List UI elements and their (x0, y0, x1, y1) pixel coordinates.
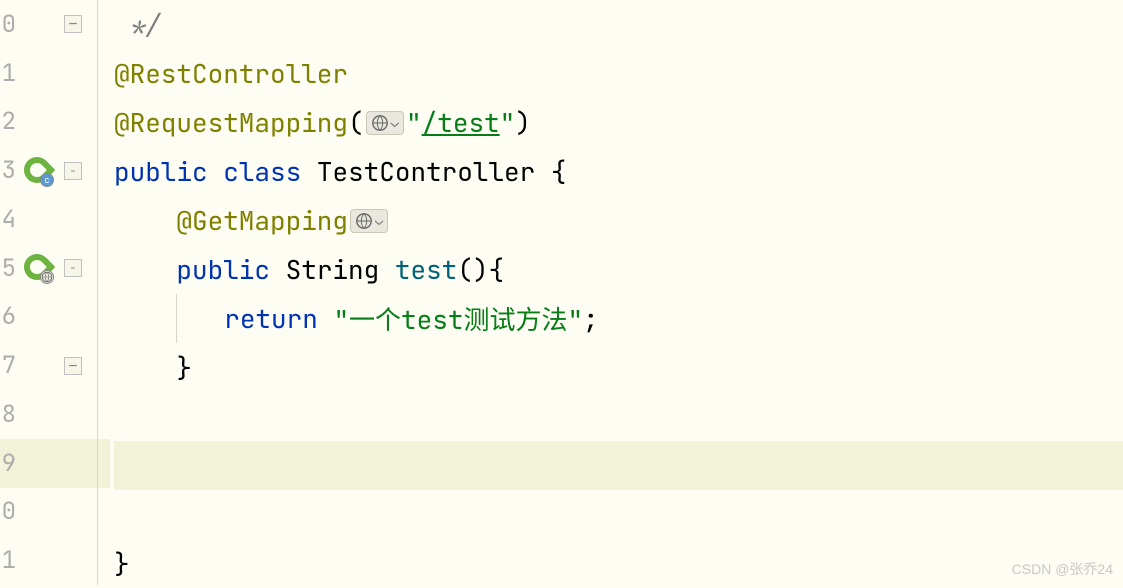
spring-endpoint-icon (24, 254, 52, 282)
controller-badge-icon: c (40, 173, 54, 187)
chevron-down-icon: ⌄ (391, 114, 399, 132)
gutter-divider (97, 0, 98, 49)
gutter-row: 4 (0, 195, 110, 244)
gutter-row-current: 9 (0, 439, 110, 488)
code-line[interactable] (114, 392, 1123, 441)
keyword-class: class (223, 154, 301, 189)
gutter-divider (97, 439, 98, 488)
line-number: 1 (0, 545, 18, 576)
gutter-divider (97, 195, 98, 244)
line-number: 8 (0, 399, 18, 430)
string-quote: " (500, 105, 516, 140)
code-line[interactable]: } (114, 539, 1123, 588)
gutter-divider (97, 49, 98, 98)
brace-close: } (114, 546, 130, 581)
gutter-divider (97, 390, 98, 439)
line-number: 2 (0, 106, 18, 137)
globe-icon (371, 114, 389, 132)
url-mapping-hint[interactable]: ⌄ (366, 111, 404, 135)
code-line-current[interactable] (114, 441, 1123, 490)
web-badge-icon (40, 270, 54, 284)
code-line[interactable] (114, 490, 1123, 539)
code-line[interactable]: public String test(){ (114, 245, 1123, 294)
gutter-divider (97, 341, 98, 390)
url-path-link[interactable]: /test (422, 105, 500, 140)
gutter-row: 3 c − (0, 146, 110, 195)
gutter-row: 2 (0, 98, 110, 147)
fold-slot[interactable]: − (58, 259, 88, 277)
method-parens: (){ (457, 252, 504, 287)
line-number: 0 (0, 496, 18, 527)
line-number: 7 (0, 350, 18, 381)
gutter-divider (97, 487, 98, 536)
spring-bean-icon: c (24, 157, 52, 185)
code-editor: 0 ─ 1 2 3 c − (0, 0, 1123, 585)
gutter-divider (97, 536, 98, 585)
paren-close: ) (515, 105, 531, 140)
comment-text: */ (114, 7, 161, 42)
gutter-divider (97, 97, 98, 146)
annotation-get-mapping: @GetMapping (176, 203, 348, 238)
chevron-down-icon: ⌄ (375, 212, 383, 230)
fold-slot[interactable]: ─ (58, 15, 88, 33)
fold-end-icon: ─ (64, 357, 82, 375)
brace-close: } (176, 350, 192, 385)
gutter-divider (97, 292, 98, 341)
return-type: String (286, 252, 380, 287)
annotation-request-mapping: @RequestMapping (114, 105, 348, 140)
fold-toggle-icon: − (64, 162, 82, 180)
watermark: CSDN @张乔24 (1012, 559, 1113, 579)
string-quote: " (406, 105, 422, 140)
gutter-row: 5 − (0, 244, 110, 293)
line-number: 6 (0, 301, 18, 332)
gutter-row: 1 (0, 49, 110, 98)
gutter-row: 1 (0, 536, 110, 585)
code-line[interactable]: public class TestController { (114, 147, 1123, 196)
globe-icon (355, 212, 373, 230)
gutter-row: 0 (0, 488, 110, 537)
line-number: 0 (0, 9, 18, 40)
gutter-icon-slot[interactable]: c (18, 157, 58, 185)
gutter-row: 7 ─ (0, 341, 110, 390)
code-line[interactable]: */ (114, 0, 1123, 49)
code-area[interactable]: */ @RestController @RequestMapping( ⌄ "/te… (110, 0, 1123, 585)
code-line[interactable]: } (114, 343, 1123, 392)
keyword-public: public (176, 252, 270, 287)
fold-slot[interactable]: − (58, 162, 88, 180)
code-line[interactable]: @GetMapping ⌄ (114, 196, 1123, 245)
keyword-return: return (224, 301, 318, 336)
gutter-icon-slot[interactable] (18, 254, 58, 282)
string-literal: "一个test测试方法" (333, 300, 583, 337)
code-line[interactable]: @RequestMapping( ⌄ "/test") (114, 98, 1123, 147)
url-mapping-hint[interactable]: ⌄ (350, 209, 388, 233)
keyword-public: public (114, 154, 208, 189)
line-number: 5 (0, 253, 18, 284)
gutter: 0 ─ 1 2 3 c − (0, 0, 110, 585)
method-name: test (395, 252, 457, 287)
line-number: 4 (0, 204, 18, 235)
brace-open: { (535, 154, 566, 189)
gutter-row: 0 ─ (0, 0, 110, 49)
gutter-divider (97, 244, 98, 293)
gutter-divider (97, 146, 98, 195)
fold-slot[interactable]: ─ (58, 357, 88, 375)
fold-toggle-icon: − (64, 259, 82, 277)
line-number: 9 (0, 448, 18, 479)
gutter-row: 6 (0, 293, 110, 342)
fold-end-icon: ─ (64, 15, 82, 33)
gutter-row: 8 (0, 390, 110, 439)
class-name: TestController (317, 154, 535, 189)
line-number: 1 (0, 58, 18, 89)
code-line[interactable]: @RestController (114, 49, 1123, 98)
semicolon: ; (583, 301, 599, 336)
code-line[interactable]: return "一个test测试方法"; (114, 294, 1123, 343)
annotation-rest-controller: @RestController (114, 56, 348, 91)
paren-open: ( (348, 105, 364, 140)
line-number: 3 (0, 155, 18, 186)
